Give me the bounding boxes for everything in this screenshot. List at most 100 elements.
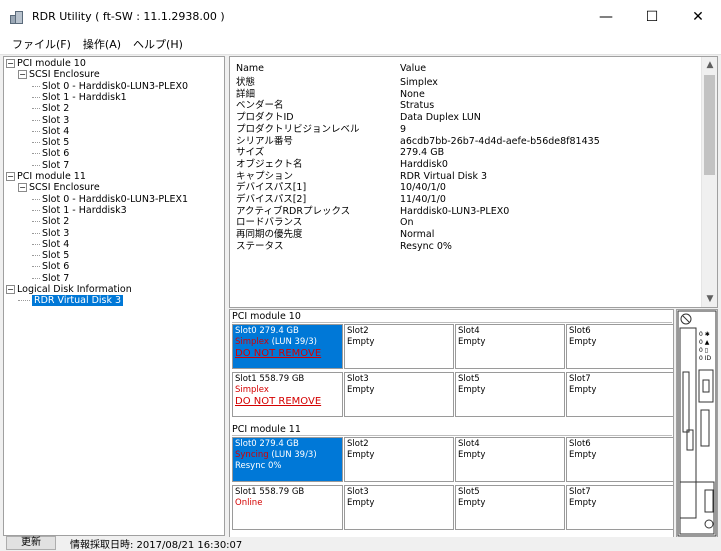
slot-status-line: Empty (569, 498, 671, 509)
scroll-up-icon[interactable]: ▲ (702, 57, 717, 73)
device-tree[interactable]: − PCI module 10− SCSI Enclosure Slot 0 - Ha… (3, 56, 225, 536)
disk-slot[interactable]: Slot4 Empty (455, 324, 565, 369)
menu-help[interactable]: ヘルプ(H) (127, 36, 189, 52)
tree-item-label: Slot 1 - Harddisk1 (42, 91, 127, 103)
property-row: プロダクトID Data Duplex LUN (230, 112, 700, 124)
scroll-down-icon[interactable]: ▼ (702, 291, 717, 307)
tree-item-label: Slot 7 (42, 272, 70, 284)
tree-item-label: Slot 3 (42, 114, 70, 126)
property-value: Data Duplex LUN (400, 112, 481, 124)
slot-title: Slot4 (458, 326, 480, 336)
property-name: オブジェクト名 (236, 158, 303, 170)
properties-list: Name Value ▲ ▼ 状態 Simplex 詳細 None ベンダー名 Strat… (229, 56, 718, 308)
slot-status-line: Empty (347, 498, 451, 509)
do-not-remove-warning: DO NOT REMOVE (235, 396, 322, 407)
tree-connector (18, 300, 30, 302)
disk-slot[interactable]: Slot6 Empty (566, 437, 673, 482)
disk-slot[interactable]: Slot7 Empty (566, 485, 673, 530)
slot-title: Slot0 279.4 GB (235, 326, 299, 336)
column-name-header: Name (236, 63, 265, 74)
tree-slot-item[interactable]: Slot 5 (32, 250, 69, 261)
server-front-icon: 0 ✱ 0 ▲ 0 ▯ 0 ID (677, 310, 717, 537)
slot-status: Empty (458, 385, 486, 395)
slot-title: Slot2 (347, 326, 369, 336)
property-value: 9 (400, 123, 407, 135)
tree-slot-item[interactable]: Slot 3 (32, 115, 69, 126)
disk-slot[interactable]: Slot3 Empty (344, 485, 454, 530)
tree-slot-item[interactable]: Slot 0 - Harddisk0-LUN3-PLEX0 (32, 81, 188, 92)
collapse-icon[interactable]: − (6, 59, 15, 68)
slot-status: Empty (347, 337, 375, 347)
tree-slot-item[interactable]: Slot 7 (32, 273, 69, 284)
tree-item-label: SCSI Enclosure (29, 182, 100, 194)
tree-virtual-disk[interactable]: RDR Virtual Disk 3 (18, 295, 124, 307)
tree-slot-item[interactable]: Slot 4 (32, 126, 69, 137)
tree-slot-item[interactable]: Slot 1 - Harddisk3 (32, 205, 127, 216)
property-row: プロダクトリビジョンレベル 9 (230, 124, 700, 136)
tree-slot-item[interactable]: Slot 0 - Harddisk0-LUN3-PLEX1 (32, 194, 188, 205)
tree-connector (32, 243, 40, 245)
tree-item-label: Slot 1 - Harddisk3 (42, 204, 127, 216)
collapse-icon[interactable]: − (6, 172, 15, 181)
slot-status: Empty (347, 450, 375, 460)
slot-status: Empty (569, 337, 597, 347)
tree-item-label: Slot 0 - Harddisk0-LUN3-PLEX0 (42, 80, 188, 92)
slot-status: Syncing (235, 450, 269, 460)
tree-pci-module-10[interactable]: − PCI module 10 (6, 58, 86, 69)
property-name: 再同期の優先度 (236, 229, 303, 241)
disk-slot[interactable]: Slot2 Empty (344, 324, 454, 369)
tree-logical-disk-info[interactable]: − Logical Disk Information (6, 284, 132, 295)
menu-action[interactable]: 操作(A) (77, 36, 127, 52)
slot-status: Empty (569, 450, 597, 460)
disk-slot[interactable]: Slot7 Empty (566, 372, 673, 417)
properties-header: Name Value (230, 63, 700, 75)
slot-status: Empty (569, 498, 597, 508)
tree-slot-item[interactable]: Slot 6 (32, 261, 69, 272)
disk-slot[interactable]: Slot5 Empty (455, 485, 565, 530)
collapse-icon[interactable]: − (18, 183, 27, 193)
tree-slot-item[interactable]: Slot 3 (32, 228, 69, 239)
tree-slot-item[interactable]: Slot 7 (32, 160, 69, 171)
property-name: ステータス (236, 240, 284, 252)
svg-text:0 ▲: 0 ▲ (699, 339, 710, 346)
property-row: 詳細 None (230, 89, 700, 101)
tree-item-label: Slot 5 (42, 250, 70, 262)
tree-item-label: Slot 5 (42, 137, 70, 149)
collapse-icon[interactable]: − (6, 285, 15, 294)
slot-lun: (LUN 39/3) (268, 450, 317, 460)
slot-status-line: Empty (569, 385, 671, 396)
tree-slot-item[interactable]: Slot 2 (32, 103, 69, 114)
disk-slot[interactable]: Slot5 Empty (455, 372, 565, 417)
tree-scsi-enclosure[interactable]: − SCSI Enclosure (18, 182, 100, 193)
tree-slot-item[interactable]: Slot 4 (32, 239, 69, 250)
slots-panel: PCI module 10 Slot0 279.4 GB Simplex (LUN … (229, 309, 674, 538)
disk-slot[interactable]: Slot0 279.4 GB Simplex (LUN 39/3) DO NOT R… (232, 324, 343, 369)
collection-time: 情報採取日時: 2017/08/21 16:30:07 (70, 539, 243, 551)
menu-file[interactable]: ファイル(F) (6, 36, 77, 52)
collapse-icon[interactable]: − (18, 70, 27, 80)
tree-pci-module-11[interactable]: − PCI module 11 (6, 171, 86, 182)
maximize-button[interactable]: ☐ (629, 0, 675, 33)
slot-status-line: Simplex (235, 385, 340, 396)
slot-title: Slot5 (458, 487, 480, 497)
property-value: On (400, 217, 414, 229)
refresh-button[interactable]: 更新 (6, 536, 56, 550)
minimize-button[interactable]: — (583, 0, 629, 33)
disk-slot[interactable]: Slot6 Empty (566, 324, 673, 369)
tree-scsi-enclosure[interactable]: − SCSI Enclosure (18, 69, 100, 80)
tree-connector (32, 232, 40, 234)
disk-slot[interactable]: Slot1 558.79 GB Simplex DO NOT REMOVE (232, 372, 343, 417)
scroll-thumb[interactable] (704, 75, 715, 175)
close-button[interactable]: ✕ (675, 0, 721, 33)
properties-scrollbar[interactable]: ▲ ▼ (701, 57, 717, 307)
disk-slot[interactable]: Slot4 Empty (455, 437, 565, 482)
tree-slot-item[interactable]: Slot 2 (32, 216, 69, 227)
slot-title: Slot6 (569, 326, 591, 336)
disk-slot[interactable]: Slot0 279.4 GB Syncing (LUN 39/3) Resync 0… (232, 437, 343, 482)
disk-slot[interactable]: Slot3 Empty (344, 372, 454, 417)
disk-slot[interactable]: Slot1 558.79 GB Online (232, 485, 343, 530)
disk-slot[interactable]: Slot2 Empty (344, 437, 454, 482)
tree-slot-item[interactable]: Slot 5 (32, 137, 69, 148)
tree-slot-item[interactable]: Slot 6 (32, 148, 69, 159)
tree-slot-item[interactable]: Slot 1 - Harddisk1 (32, 92, 127, 103)
